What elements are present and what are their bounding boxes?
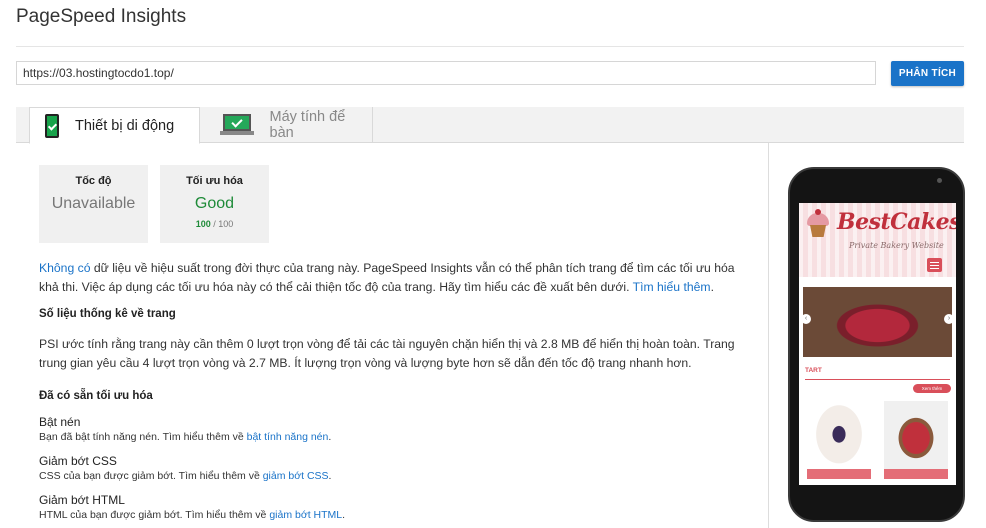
phone-camera [937,178,942,183]
chevron-left-icon: ‹ [801,314,811,324]
rule-desc: HTML của bạn được giảm bớt. Tìm hiểu thê… [39,509,346,521]
tab-mobile-label: Thiết bị di động [75,117,175,134]
title-divider [16,46,964,47]
score-value: Good [194,195,235,212]
site-logo: BestCakes [837,209,956,235]
site-section-title: TART [805,367,822,374]
score-title: Tốc độ [75,175,112,187]
cupcake-icon [807,209,829,237]
app-title: PageSpeed Insights [16,6,187,27]
phone-preview: BestCakes Private Bakery Website ‹ › TAR… [788,167,965,522]
rule-name: Giảm bớt HTML [39,493,125,507]
no-data-link[interactable]: Không có [39,261,91,275]
stats-heading: Số liệu thống kê về trang [39,308,176,320]
rule-link[interactable]: giảm bớt CSS [263,470,329,482]
score-card-optimization: Tối ưu hóa Good 100 / 100 [160,165,269,243]
rule-link[interactable]: bật tính năng nén [247,431,329,443]
product-image [807,401,871,475]
analyze-button[interactable]: PHÂN TÍCH [891,61,964,86]
site-header: BestCakes Private Bakery Website [799,203,956,277]
chevron-right-icon: › [944,314,954,324]
score-card-speed: Tốc độ Unavailable [39,165,148,243]
optimizations-heading: Đã có sẵn tối ưu hóa [39,390,153,402]
preview-divider [768,143,769,528]
rule-name: Bật nén [39,415,81,429]
learn-more-link[interactable]: Tìm hiểu thêm [633,280,711,294]
rule-desc: Bạn đã bật tính năng nén. Tìm hiểu thêm … [39,431,332,443]
hero-image [803,287,952,357]
stats-paragraph: PSI ước tính rằng trang này cần thêm 0 l… [39,337,735,370]
tab-mobile[interactable]: Thiết bị di động [29,107,200,144]
rule-name: Giảm bớt CSS [39,454,117,468]
score-number: 100 / 100 [195,219,234,229]
score-title: Tối ưu hóa [186,175,243,187]
product-caption-bar [884,469,948,479]
product-caption-bar [807,469,871,479]
mobile-check-icon [45,113,59,138]
tab-desktop-label: Máy tính để bàn [269,109,346,141]
tab-desktop[interactable]: Máy tính để bàn [202,107,373,143]
intro-paragraph: Không có dữ liệu về hiệu suất trong đời … [39,261,735,294]
device-tabbar: Thiết bị di động Máy tính để bàn [16,107,964,144]
site-tagline: Private Bakery Website [849,241,944,250]
product-image [884,401,948,475]
phone-screen: BestCakes Private Bakery Website ‹ › TAR… [799,203,956,485]
section-underline [805,379,950,380]
menu-icon [927,258,942,272]
rule-desc: CSS của bạn được giảm bớt. Tìm hiểu thêm… [39,470,332,482]
rule-link[interactable]: giảm bớt HTML [269,509,342,521]
score-value: Unavailable [51,195,136,212]
desktop-check-icon [220,114,254,136]
view-all-badge: Xem thêm [913,384,951,393]
url-input[interactable] [16,61,876,85]
